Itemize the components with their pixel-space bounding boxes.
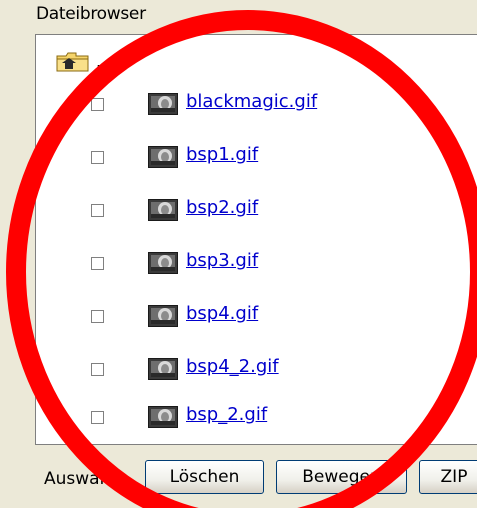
delete-button[interactable]: Löschen bbox=[145, 460, 264, 494]
file-row: bsp1.gif bbox=[0, 142, 477, 174]
folder-up-icon[interactable] bbox=[55, 51, 91, 73]
image-thumbnail-icon bbox=[148, 406, 178, 428]
selection-label: Auswahl: bbox=[44, 469, 121, 489]
selection-action-bar: Auswahl: Löschen Bewegen ZIP bbox=[0, 458, 477, 498]
parent-directory-link[interactable]: .. bbox=[96, 52, 106, 71]
image-thumbnail-icon bbox=[148, 252, 178, 274]
file-select-checkbox[interactable] bbox=[91, 151, 104, 164]
file-select-checkbox[interactable] bbox=[91, 363, 104, 376]
file-row: blackmagic.gif bbox=[0, 89, 477, 121]
image-thumbnail-icon bbox=[148, 146, 178, 168]
file-select-checkbox[interactable] bbox=[91, 411, 104, 424]
move-button[interactable]: Bewegen bbox=[276, 460, 407, 494]
file-row: bsp4.gif bbox=[0, 301, 477, 333]
file-browser-title: Dateibrowser bbox=[36, 4, 146, 24]
image-thumbnail-icon bbox=[148, 358, 178, 380]
file-row: bsp4_2.gif bbox=[0, 354, 477, 386]
file-link[interactable]: bsp2.gif bbox=[186, 197, 258, 218]
file-link[interactable]: bsp1.gif bbox=[186, 144, 258, 165]
image-thumbnail-icon bbox=[148, 199, 178, 221]
file-row: bsp_2.gif bbox=[0, 402, 477, 434]
file-link[interactable]: blackmagic.gif bbox=[186, 91, 317, 112]
file-select-checkbox[interactable] bbox=[91, 257, 104, 270]
file-row: bsp2.gif bbox=[0, 195, 477, 227]
file-select-checkbox[interactable] bbox=[91, 204, 104, 217]
file-row: bsp3.gif bbox=[0, 248, 477, 280]
file-link[interactable]: bsp3.gif bbox=[186, 250, 258, 271]
file-select-checkbox[interactable] bbox=[91, 310, 104, 323]
image-thumbnail-icon bbox=[148, 93, 178, 115]
file-link[interactable]: bsp4.gif bbox=[186, 303, 258, 324]
image-thumbnail-icon bbox=[148, 305, 178, 327]
file-link[interactable]: bsp_2.gif bbox=[186, 404, 267, 425]
zip-button[interactable]: ZIP bbox=[419, 460, 477, 494]
file-link[interactable]: bsp4_2.gif bbox=[186, 356, 279, 377]
file-select-checkbox[interactable] bbox=[91, 98, 104, 111]
